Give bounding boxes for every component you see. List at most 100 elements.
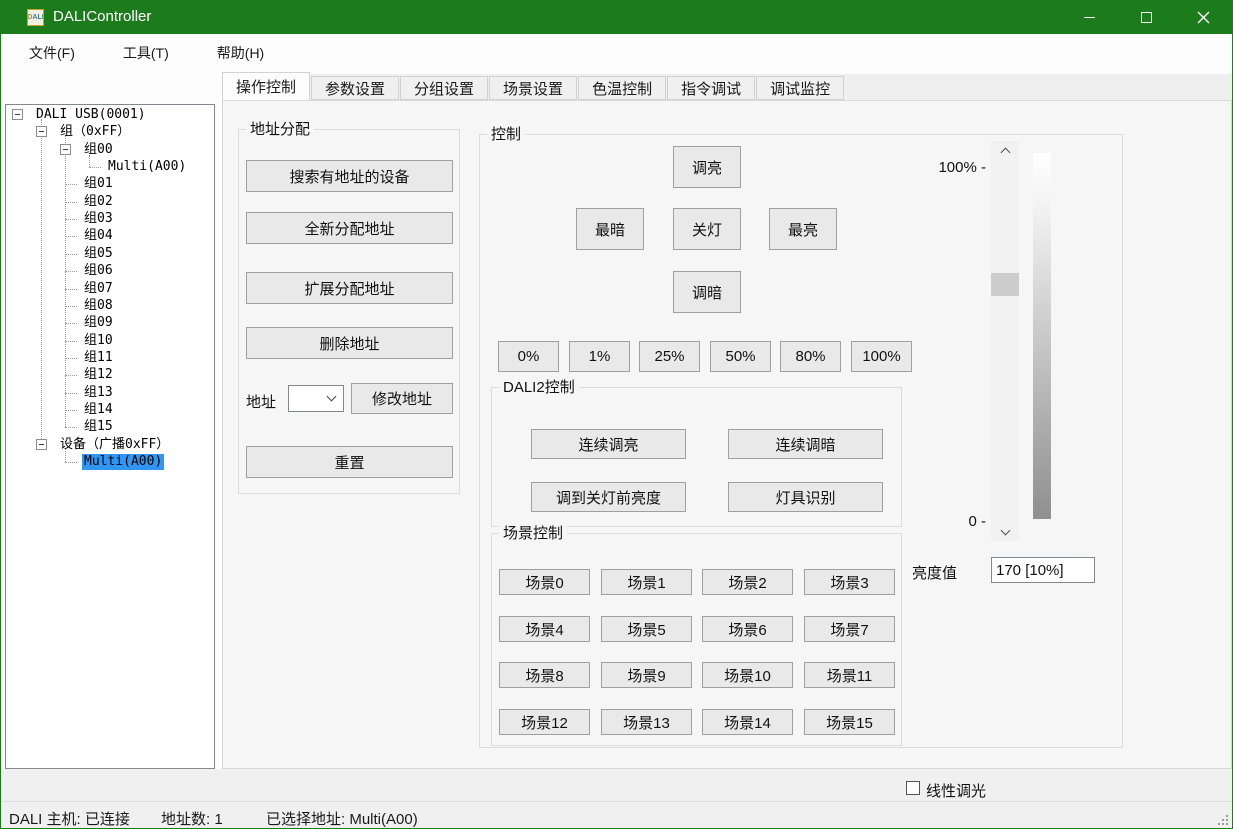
tree-expander[interactable] xyxy=(36,439,47,450)
light-off-button[interactable]: 关灯 xyxy=(673,208,741,250)
brightest-button[interactable]: 最亮 xyxy=(769,208,837,250)
tree-item-20[interactable]: Multi(A00) xyxy=(82,454,164,470)
brightness-scrollbar[interactable] xyxy=(991,141,1019,541)
scene-button-7[interactable]: 场景7 xyxy=(804,616,895,642)
tree-item-19[interactable]: 设备（广播0xFF） xyxy=(58,437,171,453)
dim-down-button[interactable]: 调暗 xyxy=(673,271,741,313)
tab-operation-control[interactable]: 操作控制 xyxy=(222,72,310,100)
tree-item-10[interactable]: 组07 xyxy=(82,281,115,297)
tab-scene-settings[interactable]: 场景设置 xyxy=(489,76,577,100)
goto-level-before-off-button[interactable]: 调到关灯前亮度 xyxy=(531,482,686,512)
scene-button-14[interactable]: 场景14 xyxy=(702,709,793,735)
dim-up-button[interactable]: 调亮 xyxy=(673,146,741,188)
scroll-down-button[interactable] xyxy=(991,523,1019,541)
tree-item-14[interactable]: 组11 xyxy=(82,350,115,366)
tree-item-1[interactable]: 组（0xFF） xyxy=(58,124,132,140)
tree-connector xyxy=(65,393,77,394)
tree-connector xyxy=(65,136,66,427)
darkest-button[interactable]: 最暗 xyxy=(576,208,644,250)
tree-item-15[interactable]: 组12 xyxy=(82,367,115,383)
search-addressed-devices-button[interactable]: 搜索有地址的设备 xyxy=(246,160,453,192)
maximize-button[interactable] xyxy=(1118,1,1175,34)
percent-button-80%[interactable]: 80% xyxy=(780,341,841,372)
menu-item-0[interactable]: 文件(F) xyxy=(19,39,85,67)
tree-connector xyxy=(65,236,77,237)
scene-button-4[interactable]: 场景4 xyxy=(499,616,590,642)
tree-expander[interactable] xyxy=(60,144,71,155)
address-allocation-group-title: 地址分配 xyxy=(246,120,314,139)
scene-button-9[interactable]: 场景9 xyxy=(601,662,692,688)
tab-parameter-settings[interactable]: 参数设置 xyxy=(311,76,399,100)
modify-address-button[interactable]: 修改地址 xyxy=(351,383,453,414)
tab-debug-monitor[interactable]: 调试监控 xyxy=(756,76,844,100)
continuous-dim-button[interactable]: 连续调暗 xyxy=(728,429,883,459)
percent-button-100%[interactable]: 100% xyxy=(851,341,912,372)
tree-item-2[interactable]: 组00 xyxy=(82,142,115,158)
continuous-brighten-button[interactable]: 连续调亮 xyxy=(531,429,686,459)
tree-item-17[interactable]: 组14 xyxy=(82,402,115,418)
scene-button-1[interactable]: 场景1 xyxy=(601,569,692,595)
tree-item-3[interactable]: Multi(A00) xyxy=(106,159,188,175)
address-combobox[interactable] xyxy=(288,385,344,412)
status-connection: DALI 主机: 已连接 xyxy=(9,808,130,829)
tab-color-temp-control[interactable]: 色温控制 xyxy=(578,76,666,100)
tree-connector xyxy=(65,341,77,342)
tree-expander[interactable] xyxy=(36,126,47,137)
menu-item-2[interactable]: 帮助(H) xyxy=(207,39,274,67)
tree-item-7[interactable]: 组04 xyxy=(82,228,115,244)
linear-dimming-label: 线性调光 xyxy=(926,780,986,801)
resize-grip[interactable] xyxy=(1216,813,1228,825)
tab-command-debug[interactable]: 指令调试 xyxy=(667,76,755,100)
assign-all-new-address-button[interactable]: 全新分配地址 xyxy=(246,212,453,244)
tree-item-18[interactable]: 组15 xyxy=(82,419,115,435)
chevron-down-icon xyxy=(1000,525,1010,535)
tree-item-9[interactable]: 组06 xyxy=(82,263,115,279)
status-bar: DALI 主机: 已连接 地址数: 1 已选择地址: Multi(A00) xyxy=(1,801,1232,829)
scene-button-12[interactable]: 场景12 xyxy=(499,709,590,735)
delete-address-button[interactable]: 删除地址 xyxy=(246,327,453,359)
tree-item-12[interactable]: 组09 xyxy=(82,315,115,331)
scene-button-11[interactable]: 场景11 xyxy=(804,662,895,688)
extend-assign-address-button[interactable]: 扩展分配地址 xyxy=(246,272,453,304)
tree-connector xyxy=(65,323,77,324)
close-button[interactable] xyxy=(1175,1,1232,34)
menu-item-1[interactable]: 工具(T) xyxy=(113,39,179,67)
tree-item-11[interactable]: 组08 xyxy=(82,298,115,314)
scroll-up-button[interactable] xyxy=(991,141,1019,159)
scene-button-2[interactable]: 场景2 xyxy=(702,569,793,595)
tree-item-5[interactable]: 组02 xyxy=(82,194,115,210)
slider-max-label: 100% - xyxy=(901,159,986,176)
luminaire-identify-button[interactable]: 灯具识别 xyxy=(728,482,883,512)
scene-button-15[interactable]: 场景15 xyxy=(804,709,895,735)
reset-button[interactable]: 重置 xyxy=(246,446,453,478)
tab-strip: 操作控制参数设置分组设置场景设置色温控制指令调试调试监控 xyxy=(222,72,845,100)
scene-button-0[interactable]: 场景0 xyxy=(499,569,590,595)
tree-item-13[interactable]: 组10 xyxy=(82,333,115,349)
percent-button-50%[interactable]: 50% xyxy=(710,341,771,372)
scene-button-10[interactable]: 场景10 xyxy=(702,662,793,688)
tree-item-16[interactable]: 组13 xyxy=(82,385,115,401)
tree-connector xyxy=(65,219,77,220)
tree-item-0[interactable]: DALI USB(0001) xyxy=(34,107,148,123)
tree-item-8[interactable]: 组05 xyxy=(82,246,115,262)
minimize-button[interactable] xyxy=(1061,1,1118,34)
tree-connector xyxy=(65,375,77,376)
tree-connector xyxy=(65,202,77,203)
tree-item-6[interactable]: 组03 xyxy=(82,211,115,227)
tree-item-4[interactable]: 组01 xyxy=(82,176,115,192)
tree-expander[interactable] xyxy=(12,109,23,120)
brightness-value-field[interactable]: 170 [10%] xyxy=(991,557,1095,583)
scrollbar-thumb[interactable] xyxy=(991,273,1019,296)
scene-button-6[interactable]: 场景6 xyxy=(702,616,793,642)
scene-button-5[interactable]: 场景5 xyxy=(601,616,692,642)
linear-dimming-checkbox[interactable] xyxy=(906,781,920,795)
tab-group-settings[interactable]: 分组设置 xyxy=(400,76,488,100)
menu-bar: 文件(F) 工具(T) 帮助(H) xyxy=(1,34,1232,72)
percent-button-0%[interactable]: 0% xyxy=(498,341,559,372)
percent-button-1%[interactable]: 1% xyxy=(569,341,630,372)
scene-button-3[interactable]: 场景3 xyxy=(804,569,895,595)
percent-button-25%[interactable]: 25% xyxy=(639,341,700,372)
scene-button-13[interactable]: 场景13 xyxy=(601,709,692,735)
scene-button-8[interactable]: 场景8 xyxy=(499,662,590,688)
tree-connector xyxy=(65,410,77,411)
